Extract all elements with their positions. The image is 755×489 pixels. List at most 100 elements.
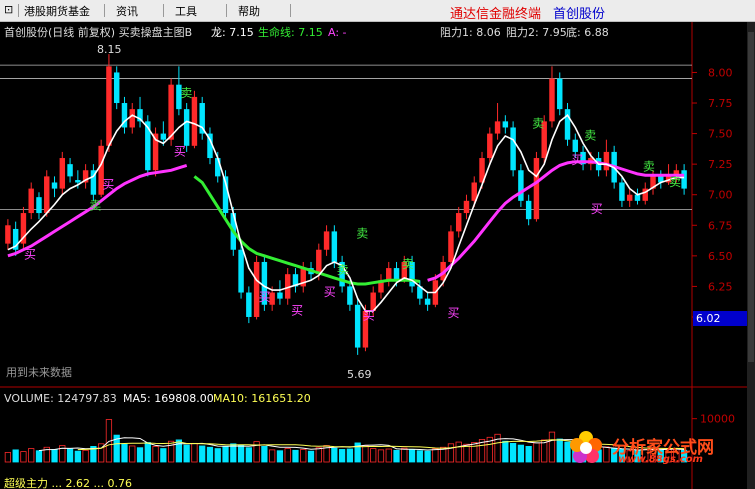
- price-tick-label: 8.00: [708, 66, 733, 79]
- volume-bar: [346, 448, 354, 463]
- buy-mark: 买: [24, 247, 36, 261]
- volume-bar: [424, 450, 431, 463]
- volume-bar: [121, 443, 128, 463]
- candle-body: [463, 200, 470, 214]
- candle-body: [533, 158, 540, 220]
- candle-body: [44, 176, 50, 214]
- sell-mark: 卖: [643, 159, 655, 173]
- candle-body: [106, 66, 112, 146]
- candle-body: [129, 109, 135, 128]
- volume-value: VOLUME: 124797.83: [4, 392, 117, 405]
- candle-body: [75, 180, 81, 183]
- current-price: 6.02: [696, 312, 721, 325]
- resistance2-value: 阻力2: 7.95: [506, 26, 567, 39]
- price-tick-label: 7.50: [708, 128, 733, 141]
- volume-bar: [237, 444, 245, 463]
- candle-body: [277, 292, 283, 299]
- candle-body: [487, 133, 493, 159]
- volume-bar: [331, 447, 338, 463]
- candle-body: [386, 268, 392, 281]
- menu-item-tools[interactable]: 工具: [175, 3, 197, 19]
- candle-body: [448, 231, 454, 262]
- scrollbar-thumb[interactable]: [748, 32, 754, 362]
- volume-bar: [51, 449, 58, 463]
- chart-title: 首创股份(日线 前复权) 买卖操盘主图B: [4, 25, 192, 39]
- candle-body: [183, 109, 190, 146]
- price-tick-label: 7.00: [708, 189, 733, 202]
- sell-mark: 卖: [669, 175, 681, 189]
- candle-body: [59, 158, 66, 189]
- dragon-value: 龙: 7.15: [211, 26, 254, 39]
- candle-body: [549, 78, 555, 122]
- candle-body: [681, 170, 687, 189]
- menu-separator: [290, 4, 291, 17]
- volume-bar: [517, 444, 525, 463]
- stock-name: 首创股份: [553, 7, 606, 22]
- candle-body: [246, 292, 252, 317]
- volume-bar: [199, 445, 206, 463]
- volume-bar: [74, 450, 81, 463]
- candle-body: [168, 84, 174, 140]
- buy-mark: 买: [102, 178, 114, 192]
- candle-body: [160, 133, 167, 140]
- candle-body: [67, 164, 73, 177]
- price-tick-label: 6.25: [708, 280, 733, 293]
- price-tick-label: 6.50: [708, 250, 733, 263]
- menu-separator: [163, 4, 164, 17]
- vertical-scrollbar[interactable]: [747, 22, 755, 489]
- candle-body: [603, 151, 610, 171]
- volume-bar: [509, 442, 517, 463]
- menu-item-help[interactable]: 帮助: [238, 3, 260, 19]
- volume-bar: [12, 449, 19, 463]
- volume-bar: [502, 440, 509, 463]
- candle-body: [191, 96, 198, 146]
- candle-body: [424, 298, 431, 305]
- sell-mark: 卖: [337, 263, 349, 277]
- candle-body: [331, 231, 338, 262]
- candle-body: [619, 182, 625, 201]
- sell-mark: 卖: [356, 227, 368, 241]
- volume-bar: [416, 450, 423, 463]
- price-tick-label: 6.75: [708, 219, 733, 232]
- app-title: 通达信金融终端: [450, 7, 542, 22]
- bottom-indicator-row: 超级主力 ... 2.62 ... 0.76: [4, 476, 132, 489]
- volume-bar: [66, 448, 74, 463]
- menu-item-hk-futures-funds[interactable]: 港股期货基金: [24, 3, 90, 19]
- volume-bar: [35, 450, 43, 463]
- candle-body: [238, 249, 244, 293]
- buy-mark: 买: [291, 304, 303, 318]
- buy-mark: 买: [591, 202, 603, 216]
- volume-bar: [292, 449, 299, 463]
- trough-price-label: 5.69: [347, 368, 372, 381]
- candle-body: [455, 213, 462, 232]
- sell-mark: 卖: [584, 129, 596, 143]
- future-data-note: 用到未来数据: [6, 365, 72, 379]
- buy-mark: 买: [324, 285, 336, 299]
- sell-mark: 卖: [532, 116, 544, 130]
- volume-bar: [276, 450, 284, 463]
- candle-body: [626, 194, 633, 201]
- candle-body: [572, 139, 579, 152]
- buy-mark: 买: [447, 306, 459, 320]
- volume-bar: [160, 448, 167, 463]
- candle-body: [36, 197, 42, 214]
- volume-bar: [408, 449, 416, 463]
- peak-price-label: 8.15: [97, 43, 122, 56]
- buy-mark: 买: [174, 145, 186, 159]
- menu-separator: [226, 4, 227, 17]
- price-tick-label: 7.25: [708, 158, 733, 171]
- menu-item-icon[interactable]: ⊡: [4, 3, 13, 16]
- candlestick-chart[interactable]: 买买买买买买买 买买买卖卖卖卖卖卖卖卖卖 8.007.757.507.257.00…: [0, 22, 747, 489]
- candle-body: [28, 188, 34, 214]
- buy-mark: 买: [259, 290, 271, 304]
- volume-bar: [136, 447, 144, 463]
- lifeline-value: 生命线: 7.15: [258, 25, 323, 39]
- candle-body: [347, 286, 353, 305]
- volume-bar: [307, 450, 315, 463]
- buy-mark: 买: [363, 308, 375, 322]
- volume-bar: [261, 445, 268, 463]
- menu-item-news[interactable]: 资讯: [116, 3, 138, 19]
- candle-body: [634, 194, 641, 201]
- volume-bar: [144, 442, 151, 463]
- candle-body: [494, 121, 501, 134]
